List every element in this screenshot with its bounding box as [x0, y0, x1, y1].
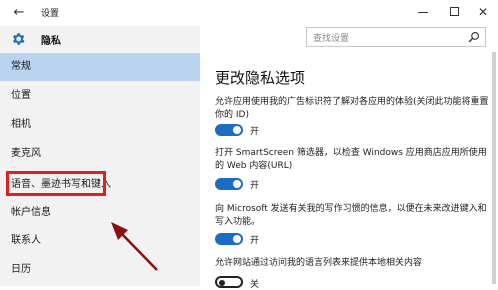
toggle-state-label: 开 — [250, 236, 260, 246]
toggle-knob — [233, 180, 241, 188]
toggle-state-label: 开 — [250, 127, 260, 137]
toggle-state-label: 关 — [250, 280, 260, 290]
search-icon[interactable] — [468, 31, 480, 43]
toggle-knob — [233, 126, 241, 134]
title-bar: ← 设置 ✕ — [0, 0, 498, 26]
sidebar-item-calendar[interactable]: 日历 — [0, 256, 200, 284]
annotation-highlight-box — [6, 171, 106, 196]
toggle-knob — [219, 279, 225, 286]
setting-language-list-text: 允许网站通过访问我的语言列表来提供本地相关内容 — [215, 258, 423, 268]
page-title: 隐私 — [41, 36, 61, 47]
sidebar-item-general[interactable]: 常规 — [0, 53, 200, 81]
toggle-smartscreen[interactable] — [215, 178, 243, 190]
main-content: 查找设置 更改隐私选项 允许应用使用我的广告标识符了解对各应用的体验(关闭此功能… — [200, 26, 498, 290]
window-title: 设置 — [41, 9, 60, 19]
section-heading: 更改隐私选项 — [215, 69, 306, 87]
maximize-icon — [450, 7, 459, 16]
maximize-button[interactable] — [441, 0, 469, 24]
gear-icon — [12, 33, 25, 45]
toggle-advertising-id[interactable] — [215, 124, 243, 136]
sidebar-item-location[interactable]: 位置 — [0, 82, 200, 110]
scrollbar[interactable] — [492, 52, 496, 284]
sidebar: 隐私 常规 位置 相机 麦克风 语音、墨迹书写和键入 帐户信息 联系人 日历 — [0, 26, 200, 286]
setting-advertising-id-text: 允许应用使用我的广告标识符了解对各应用的体验(关闭此功能将重置你的 ID) — [215, 97, 489, 120]
search-input[interactable]: 查找设置 — [306, 27, 486, 47]
setting-writing-info-text: 向 Microsoft 发送有关我的写作习惯的信息，以便在未来改进键入和写入功能… — [215, 204, 487, 227]
sidebar-item-microphone[interactable]: 麦克风 — [0, 140, 200, 168]
close-button[interactable]: ✕ — [469, 0, 497, 24]
search-placeholder: 查找设置 — [313, 34, 350, 44]
toggle-state-label: 开 — [250, 181, 260, 191]
sidebar-header: 隐私 — [0, 26, 200, 52]
back-arrow-icon[interactable]: ← — [10, 4, 28, 22]
toggle-language-list[interactable] — [215, 276, 243, 288]
minimize-icon — [418, 12, 428, 13]
sidebar-item-account-info[interactable]: 帐户信息 — [0, 199, 200, 227]
toggle-knob — [233, 235, 241, 243]
setting-smartscreen-text: 打开 SmartScreen 筛选器，以检查 Windows 应用商店应用所使用… — [215, 148, 487, 171]
toggle-writing-info[interactable] — [215, 233, 243, 245]
close-icon: ✕ — [477, 5, 489, 19]
sidebar-item-contacts[interactable]: 联系人 — [0, 227, 200, 255]
sidebar-item-camera[interactable]: 相机 — [0, 111, 200, 139]
minimize-button[interactable] — [409, 0, 437, 24]
